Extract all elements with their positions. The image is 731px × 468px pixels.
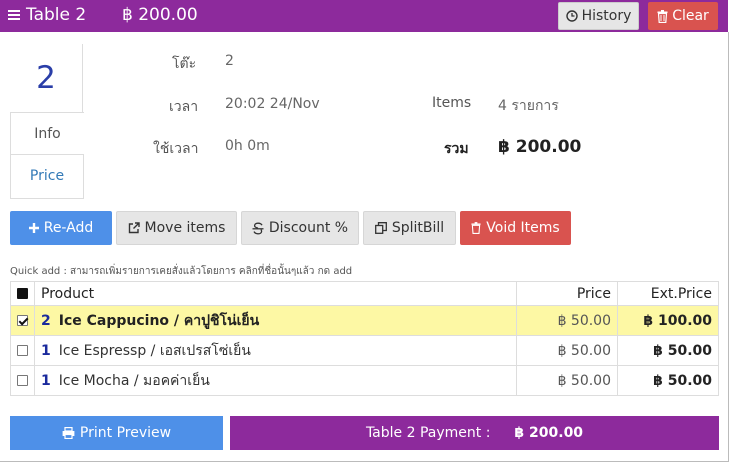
trash-icon bbox=[657, 9, 668, 23]
column-price: Price bbox=[516, 281, 618, 306]
column-ext-price: Ext.Price bbox=[617, 281, 719, 306]
item-price: ฿ 50.00 bbox=[516, 335, 618, 366]
move-items-label: Move items bbox=[144, 220, 226, 236]
row-checkbox-cell[interactable] bbox=[10, 305, 35, 336]
order-items-table: Product Price Ext.Price 2 Ice Cappucino /… bbox=[10, 281, 719, 396]
history-label: History bbox=[581, 8, 632, 24]
copy-icon bbox=[374, 222, 387, 234]
clear-button[interactable]: Clear bbox=[648, 2, 718, 30]
items-value: 4 รายการ bbox=[498, 98, 559, 114]
item-name[interactable]: Ice Cappucino / คาปูชิโน่เย็น bbox=[59, 313, 259, 329]
items-label: Items bbox=[432, 95, 472, 111]
duration-value: 0h 0m bbox=[225, 138, 270, 154]
table-value: 2 bbox=[225, 53, 234, 69]
strikethrough-icon bbox=[252, 222, 264, 234]
product-cell[interactable]: 1 Ice Mocha / มอคค่าเย็น bbox=[34, 365, 517, 396]
discount-label: Discount % bbox=[268, 220, 349, 236]
tab-info[interactable]: Info bbox=[10, 112, 84, 155]
row-checkbox[interactable] bbox=[17, 375, 28, 386]
table-title-label: Table 2 bbox=[26, 5, 87, 25]
content-frame bbox=[0, 32, 729, 462]
table-label: โต๊ะ bbox=[172, 56, 197, 72]
print-preview-button[interactable]: Print Preview bbox=[10, 416, 223, 450]
item-qty: 2 bbox=[41, 312, 51, 329]
select-all-checkbox[interactable] bbox=[17, 288, 28, 299]
re-add-button[interactable]: Re-Add bbox=[10, 211, 112, 245]
payment-button[interactable]: Table 2 Payment : ฿ 200.00 bbox=[230, 416, 719, 450]
item-price: ฿ 50.00 bbox=[516, 305, 618, 336]
void-items-label: Void Items bbox=[486, 220, 560, 236]
external-link-icon bbox=[128, 222, 140, 234]
table-row[interactable]: 1 Ice Espressp / เอสเปรสโซ่เย็น ฿ 50.00 ฿… bbox=[10, 335, 719, 366]
table-number: 2 bbox=[10, 44, 83, 112]
item-ext-price: ฿ 50.00 bbox=[617, 335, 719, 366]
item-name[interactable]: Ice Espressp / เอสเปรสโซ่เย็น bbox=[59, 343, 251, 359]
re-add-label: Re-Add bbox=[43, 220, 94, 236]
print-preview-label: Print Preview bbox=[79, 425, 172, 441]
quick-add-hint: Quick add : สามารถเพิ่มรายการเคยสั่งแล้ว… bbox=[10, 266, 353, 277]
payment-label: Table 2 Payment : bbox=[365, 425, 491, 441]
split-bill-label: SplitBill bbox=[391, 220, 445, 236]
sum-label: รวม bbox=[444, 141, 469, 157]
time-value: 20:02 24/Nov bbox=[225, 96, 320, 112]
sum-value: ฿ 200.00 bbox=[498, 137, 582, 157]
table-header-row: Product Price Ext.Price bbox=[10, 281, 719, 306]
clear-label: Clear bbox=[672, 8, 709, 24]
move-items-button[interactable]: Move items bbox=[116, 211, 237, 245]
item-price: ฿ 50.00 bbox=[516, 365, 618, 396]
duration-label: ใช้เวลา bbox=[153, 141, 199, 157]
trash-icon bbox=[471, 222, 481, 234]
table-row[interactable]: 2 Ice Cappucino / คาปูชิโน่เย็น ฿ 50.00 ฿… bbox=[10, 305, 719, 336]
product-cell[interactable]: 2 Ice Cappucino / คาปูชิโน่เย็น bbox=[34, 305, 517, 336]
tab-price[interactable]: Price bbox=[10, 155, 84, 199]
select-all-cell[interactable] bbox=[10, 281, 35, 306]
row-checkbox-cell[interactable] bbox=[10, 335, 35, 366]
row-checkbox[interactable] bbox=[17, 345, 28, 356]
table-title: Table 2 bbox=[8, 4, 86, 26]
item-ext-price: ฿ 50.00 bbox=[617, 365, 719, 396]
print-icon bbox=[62, 427, 75, 439]
top-bar: Table 2 ฿ 200.00 History Clear bbox=[0, 0, 728, 32]
item-qty: 1 bbox=[41, 372, 51, 389]
menu-icon[interactable] bbox=[8, 9, 20, 21]
discount-button[interactable]: Discount % bbox=[241, 211, 359, 245]
item-name[interactable]: Ice Mocha / มอคค่าเย็น bbox=[59, 373, 210, 389]
void-items-button[interactable]: Void Items bbox=[460, 211, 571, 245]
clock-icon bbox=[565, 10, 578, 22]
table-row[interactable]: 1 Ice Mocha / มอคค่าเย็น ฿ 50.00 ฿ 50.00 bbox=[10, 365, 719, 396]
item-qty: 1 bbox=[41, 342, 51, 359]
split-bill-button[interactable]: SplitBill bbox=[363, 211, 456, 245]
column-product: Product bbox=[34, 281, 517, 306]
time-label: เวลา bbox=[169, 99, 199, 115]
history-button[interactable]: History bbox=[558, 2, 639, 30]
plus-icon bbox=[28, 223, 39, 233]
item-ext-price: ฿ 100.00 bbox=[617, 305, 719, 336]
row-checkbox[interactable] bbox=[17, 315, 28, 326]
product-cell[interactable]: 1 Ice Espressp / เอสเปรสโซ่เย็น bbox=[34, 335, 517, 366]
payment-amount: ฿ 200.00 bbox=[514, 425, 584, 441]
header-total: ฿ 200.00 bbox=[122, 5, 198, 25]
row-checkbox-cell[interactable] bbox=[10, 365, 35, 396]
